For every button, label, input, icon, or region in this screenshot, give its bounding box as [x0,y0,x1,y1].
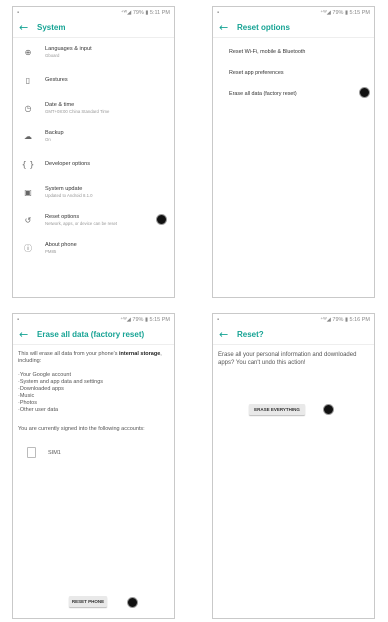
gestures-icon: ▯ [25,75,31,85]
item-subtitle: Updated to Android 8.1.0 [45,193,93,198]
clock-icon: ◷ [24,103,32,113]
status-time: ⁺ᵂ◢ 79% ▮ 5:16 PM [320,316,370,323]
settings-list: ⊕ Languages & input Gboard ▯ Gestures ◷ D… [13,38,174,262]
page-title: Reset? [237,330,264,339]
system-update-icon: ▣ [24,187,32,197]
sim-account: SIM1 [13,433,174,458]
item-subtitle: PM85 [45,249,57,254]
status-bar: ▪ ⁺ᵂ◢ 79% ▮ 5:15 PM [213,7,374,18]
item-developer-options[interactable]: { } Developer options [13,150,174,178]
code-icon: { } [21,159,35,169]
item-title: Backup [45,130,64,136]
list-item: ·Your Google account [18,372,71,378]
list-item: ·Other user data [18,407,59,413]
page-title: Erase all data (factory reset) [37,330,145,339]
intro-text: This will erase all data from your phone… [18,351,118,357]
list-item: ·Photos [18,400,37,406]
item-languages-input[interactable]: ⊕ Languages & input Gboard [13,38,174,66]
item-subtitle: GMT+08:00 China Standard Time [45,109,110,114]
tap-indicator [323,404,334,415]
item-subtitle: On [45,137,51,142]
reset-confirm-screen: ▪ ⁺ᵂ◢ 79% ▮ 5:16 PM ← Reset? Erase all y… [212,313,375,619]
status-time: ⁺ᵂ◢ 79% ▮ 5:11 PM [120,9,170,16]
notification-icon: ▪ [17,316,20,323]
item-title: Languages & input [45,46,92,52]
item-about-phone[interactable]: ⓘ About phone PM85 [13,234,174,262]
factory-reset-option[interactable]: Erase all data (factory reset) [213,83,374,104]
item-reset-options[interactable]: ↺ Reset options Network, apps, or device … [13,206,174,234]
list-item: ·Music [18,393,35,399]
status-bar: ▪ ⁺ᵂ◢ 79% ▮ 5:11 PM [13,7,174,18]
item-system-update[interactable]: ▣ System update Updated to Android 8.1.0 [13,178,174,206]
status-bar: ▪ ⁺ᵂ◢ 79% ▮ 5:15 PM [13,314,174,325]
globe-icon: ⊕ [24,47,32,57]
reset-wifi-option[interactable]: Reset Wi-Fi, mobile & Bluetooth [213,41,374,62]
item-title: Date & time [45,102,75,108]
page-title: System [37,23,66,32]
notification-icon: ▪ [217,9,220,16]
status-time: ⁺ᵂ◢ 79% ▮ 5:15 PM [120,316,170,323]
erase-list: ·Your Google account ·System and app dat… [13,365,174,414]
history-icon: ↺ [24,215,32,225]
reset-options-screen: ▪ ⁺ᵂ◢ 79% ▮ 5:15 PM ← Reset options Rese… [212,6,375,298]
list-item: ·Downloaded apps [18,386,64,392]
item-subtitle: Network, apps, or device can be reset [45,221,118,226]
item-date-time[interactable]: ◷ Date & time GMT+08:00 China Standard Ti… [13,94,174,122]
system-settings-screen: ▪ ⁺ᵂ◢ 79% ▮ 5:11 PM ← System ⊕ Languages… [12,6,175,298]
status-time: ⁺ᵂ◢ 79% ▮ 5:15 PM [320,9,370,16]
erase-everything-button[interactable]: ERASE EVERYTHING [249,404,305,415]
list-item: ·System and app data and settings [18,379,103,385]
back-arrow-icon[interactable]: ← [19,328,37,341]
sim-card-icon [27,447,36,458]
app-bar: ← Erase all data (factory reset) [13,325,174,345]
item-title: System update [45,186,83,192]
cloud-upload-icon: ☁ [24,131,32,141]
page-title: Reset options [237,23,290,32]
item-title: Developer options [45,161,91,167]
tap-indicator [127,597,138,608]
sim-label: SIM1 [48,449,61,456]
option-label: Erase all data (factory reset) [229,90,297,97]
tap-indicator [359,87,370,98]
notification-icon: ▪ [217,316,220,323]
confirm-message: Erase all your personal information and … [218,352,357,366]
intro-bold-text: internal storage [119,351,161,357]
app-bar: ← Reset options [213,18,374,38]
item-backup[interactable]: ☁ Backup On [13,122,174,150]
back-arrow-icon[interactable]: ← [19,21,37,34]
app-bar: ← System [13,18,174,38]
info-icon: ⓘ [24,243,32,253]
notification-icon: ▪ [17,9,20,16]
reset-options-list: Reset Wi-Fi, mobile & Bluetooth Reset ap… [213,38,374,104]
item-title: Reset options [45,214,80,220]
back-arrow-icon[interactable]: ← [219,328,237,341]
item-title: Gestures [45,77,68,83]
status-bar: ▪ ⁺ᵂ◢ 79% ▮ 5:16 PM [213,314,374,325]
item-subtitle: Gboard [45,53,60,58]
reset-phone-button[interactable]: RESET PHONE [69,596,107,607]
app-bar: ← Reset? [213,325,374,345]
erase-description: This will erase all data from your phone… [13,345,174,365]
back-arrow-icon[interactable]: ← [219,21,237,34]
item-gestures[interactable]: ▯ Gestures [13,66,174,94]
reset-app-prefs-option[interactable]: Reset app preferences [213,62,374,83]
erase-all-data-screen: ▪ ⁺ᵂ◢ 79% ▮ 5:15 PM ← Erase all data (fa… [12,313,175,619]
item-title: About phone [45,242,77,248]
signed-in-text: You are currently signed into the follow… [18,426,145,432]
tap-indicator [156,214,167,225]
